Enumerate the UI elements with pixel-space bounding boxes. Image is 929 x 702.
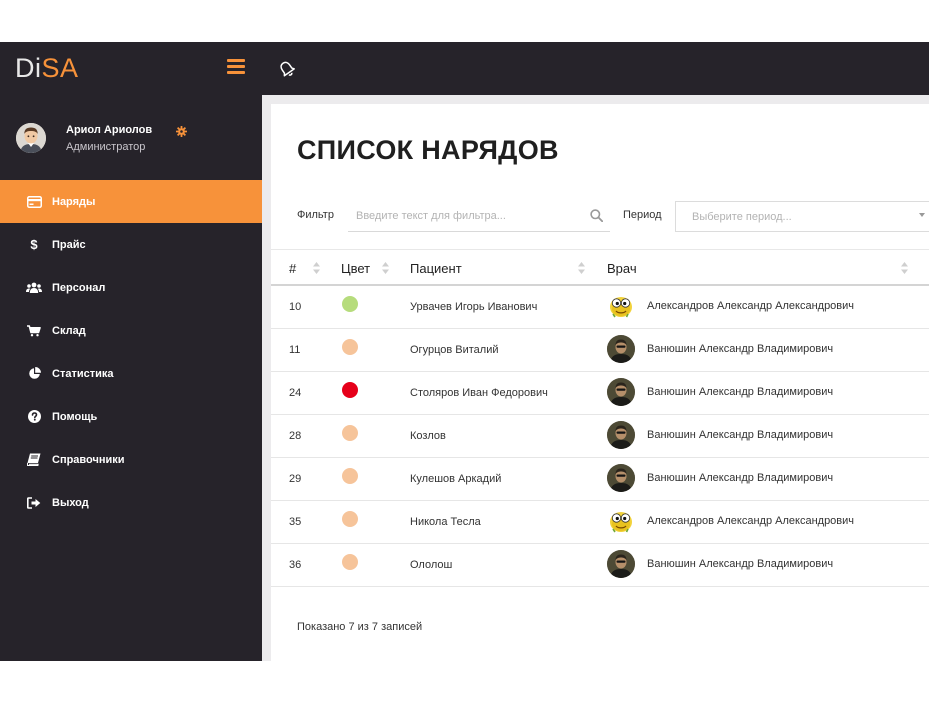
doctor-avatar: [607, 464, 635, 492]
table-row[interactable]: 35 Никола Тесла Александров Александр Алек…: [271, 501, 929, 544]
sidebar-item-orders[interactable]: Наряды: [0, 180, 262, 223]
patient-name: Урвачев Игорь Иванович: [410, 301, 538, 313]
order-number: 28: [289, 430, 302, 442]
cart-icon: [26, 323, 42, 339]
table-header: # Цвет Пациент Врач: [271, 249, 929, 286]
order-number: 35: [289, 516, 302, 528]
logo-text: DiSA: [15, 53, 79, 83]
sidebar-item-label: Справочники: [52, 453, 125, 466]
table-body: 10 Урвачев Игорь Иванович Александров Алек…: [271, 286, 929, 587]
doctor-avatar: [607, 292, 635, 320]
sidebar-item-label: Помощь: [52, 410, 98, 423]
column-header-number[interactable]: #: [289, 261, 296, 276]
color-indicator: [342, 468, 358, 484]
sidebar-item-label: Выход: [52, 496, 89, 509]
sidebar-item-references[interactable]: Справочники: [0, 438, 262, 481]
doctor-name: Ванюшин Александр Владимирович: [647, 386, 834, 398]
sort-icon[interactable]: [578, 262, 585, 274]
search-icon[interactable]: [590, 209, 604, 223]
period-label: Период: [623, 209, 662, 221]
doctor-avatar: [607, 421, 635, 449]
sort-icon[interactable]: [382, 262, 389, 274]
bell-icon[interactable]: [276, 58, 298, 80]
sidebar-item-statistics[interactable]: Статистика: [0, 352, 262, 395]
pie-chart-icon: [26, 366, 42, 382]
book-icon: [26, 452, 42, 468]
top-bar: DiSA: [0, 42, 929, 95]
doctor-name: Ванюшин Александр Владимирович: [647, 343, 834, 355]
sidebar-item-label: Статистика: [52, 367, 114, 380]
color-indicator: [342, 425, 358, 441]
menu-toggle-icon[interactable]: [227, 59, 245, 74]
sidebar-item-help[interactable]: Помощь: [0, 395, 262, 438]
user-panel: Ариол Ариолов Администратор: [0, 95, 262, 180]
sign-out-icon: [26, 495, 42, 511]
sidebar-item-warehouse[interactable]: Склад: [0, 309, 262, 352]
doctor-avatar: [607, 378, 635, 406]
color-indicator: [342, 339, 358, 355]
sidebar-item-logout[interactable]: Выход: [0, 481, 262, 524]
period-select[interactable]: Выберите период...: [675, 201, 929, 232]
user-role: Администратор: [66, 141, 146, 153]
period-placeholder: Выберите период...: [692, 210, 792, 223]
chevron-down-icon[interactable]: [919, 213, 925, 217]
patient-name: Ололош: [410, 559, 453, 571]
patient-name: Огурцов Виталий: [410, 344, 499, 356]
doctor-avatar: [607, 335, 635, 363]
order-number: 36: [289, 559, 302, 571]
color-indicator: [342, 296, 358, 312]
order-number: 24: [289, 387, 302, 399]
sidebar-item-label: Склад: [52, 324, 86, 337]
patient-name: Кулешов Аркадий: [410, 473, 502, 485]
patient-name: Никола Тесла: [410, 516, 481, 528]
page-title: СПИСОК НАРЯДОВ: [297, 135, 559, 165]
color-indicator: [342, 382, 358, 398]
logo[interactable]: DiSA: [0, 42, 262, 95]
table-row[interactable]: 24 Столяров Иван Федорович Ванюшин Алексан…: [271, 372, 929, 415]
orders-table: # Цвет Пациент Врач 10 Урвачев Игорь Иван…: [271, 249, 929, 587]
user-avatar[interactable]: [16, 123, 46, 153]
users-icon: [26, 280, 42, 296]
gear-icon[interactable]: [176, 124, 187, 137]
sidebar-item-label: Персонал: [52, 281, 106, 294]
sort-icon[interactable]: [901, 262, 908, 274]
doctor-name: Ванюшин Александр Владимирович: [647, 472, 834, 484]
table-row[interactable]: 11 Огурцов Виталий Ванюшин Александр Влади…: [271, 329, 929, 372]
table-row[interactable]: 10 Урвачев Игорь Иванович Александров Алек…: [271, 286, 929, 329]
column-header-doctor[interactable]: Врач: [607, 261, 637, 276]
doctor-avatar: [607, 507, 635, 535]
table-row[interactable]: 29 Кулешов Аркадий Ванюшин Александр Влади…: [271, 458, 929, 501]
question-icon: [26, 409, 42, 425]
table-row[interactable]: 28 Козлов Ванюшин Александр Владимирович: [271, 415, 929, 458]
doctor-name: Ванюшин Александр Владимирович: [647, 558, 834, 570]
user-name: Ариол Ариолов: [66, 124, 153, 136]
color-indicator: [342, 511, 358, 527]
order-number: 11: [289, 344, 301, 356]
color-indicator: [342, 554, 358, 570]
patient-name: Столяров Иван Федорович: [410, 387, 548, 399]
doctor-avatar: [607, 550, 635, 578]
card-icon: [26, 194, 42, 210]
sort-icon[interactable]: [313, 262, 320, 274]
column-header-color[interactable]: Цвет: [341, 261, 370, 276]
filter-label: Фильтр: [297, 209, 334, 221]
sidebar: Ариол Ариолов Администратор Наряды $ Пра…: [0, 95, 262, 661]
sidebar-item-label: Прайс: [52, 238, 86, 251]
order-number: 10: [289, 301, 302, 313]
records-info: Показано 7 из 7 записей: [297, 621, 423, 633]
sidebar-item-staff[interactable]: Персонал: [0, 266, 262, 309]
order-number: 29: [289, 473, 302, 485]
doctor-name: Александров Александр Александрович: [647, 300, 855, 312]
dollar-icon: $: [30, 237, 38, 252]
table-row[interactable]: 36 Ололош Ванюшин Александр Владимирович: [271, 544, 929, 587]
sidebar-item-price[interactable]: $ Прайс: [0, 223, 262, 266]
doctor-name: Ванюшин Александр Владимирович: [647, 429, 834, 441]
patient-name: Козлов: [410, 430, 446, 442]
doctor-name: Александров Александр Александрович: [647, 515, 855, 527]
filter-input[interactable]: [348, 201, 610, 232]
sidebar-item-label: Наряды: [52, 195, 96, 208]
column-header-patient[interactable]: Пациент: [410, 261, 462, 276]
